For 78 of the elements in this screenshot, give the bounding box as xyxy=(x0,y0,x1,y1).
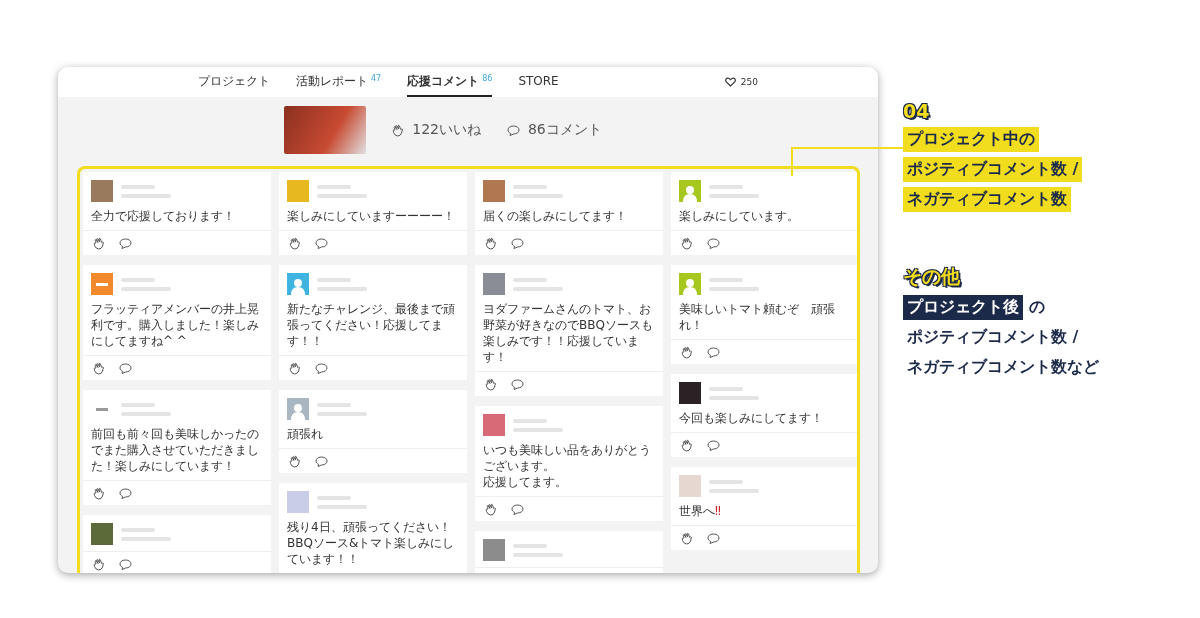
comment-text: 応援してます。 xyxy=(483,474,568,490)
comment-icon xyxy=(511,237,524,249)
comment-text: 前回も前々回も美味しかったのでまた購入させていただきました！楽しみにしています！ xyxy=(91,426,260,474)
comment-text: 全力で応援しております！ xyxy=(91,208,236,224)
blurred-user-info xyxy=(317,495,367,509)
clap-icon xyxy=(485,236,497,250)
nav-tab[interactable]: STORE xyxy=(518,67,559,97)
blurred-user-info xyxy=(317,277,367,291)
like-count: 122いいね xyxy=(412,121,481,139)
clap-icon xyxy=(93,486,105,500)
clap-icon xyxy=(681,438,693,452)
note-text: ネガティブコメント数 xyxy=(903,187,1071,212)
comment-icon xyxy=(315,237,328,249)
comment-icon xyxy=(707,532,720,544)
note-text: プロジェクト中の xyxy=(903,127,1039,152)
blurred-user-info xyxy=(513,184,563,198)
blurred-user-info xyxy=(709,184,759,198)
comment-icon xyxy=(119,237,132,249)
blurred-user-info xyxy=(709,277,759,291)
comment-text: フラッティアメンバーの井上晃利です。購入しました！楽しみにしてますね^ ^ xyxy=(91,301,260,349)
comment-text: ヨダファームさんのトマト、お野菜が好きなのでBBQソースも楽しみです！！応援しています！ xyxy=(483,301,654,365)
comment-text: 美味しいトマト頼むぞ 頑張れ！ xyxy=(679,301,836,333)
clap-icon xyxy=(93,361,105,375)
clap-icon xyxy=(485,377,497,391)
clap-icon xyxy=(681,345,693,359)
clap-icon xyxy=(289,236,301,250)
clap-icon xyxy=(93,236,105,250)
note-text: ポジティブコメント数 / xyxy=(906,326,1080,348)
clap-icon xyxy=(93,557,105,571)
comment-icon xyxy=(506,124,520,136)
comment-text: いつも美味しい品をありがとうございます。 xyxy=(483,442,652,474)
highlight-label: プロジェクト後 xyxy=(903,295,1023,320)
comment-icon xyxy=(707,439,720,451)
nav-tab[interactable]: 活動レポート 47 xyxy=(296,67,382,97)
blurred-user-info xyxy=(121,402,171,416)
blurred-user-info xyxy=(709,479,759,493)
comment-icon xyxy=(511,378,524,390)
comment-text: 楽しみにしていますーーーー！ xyxy=(287,208,456,224)
comment-icon xyxy=(707,237,720,249)
comment-text: 新たなチャレンジ、最後まで頑張ってください！応援してます！！ xyxy=(287,301,456,349)
section-heading: その他 xyxy=(903,264,960,289)
comment-icon xyxy=(119,558,132,570)
blurred-user-info xyxy=(121,527,171,541)
clap-icon xyxy=(485,502,497,516)
comment-text: 世界へ‼ xyxy=(679,503,722,519)
blurred-user-info xyxy=(709,386,759,400)
clap-icon xyxy=(681,236,693,250)
comment-icon xyxy=(707,346,720,358)
nav-tab[interactable]: プロジェクト xyxy=(198,67,270,97)
note-text: ネガティブコメント数など xyxy=(906,356,1100,378)
clap-icon xyxy=(681,531,693,545)
clap-icon xyxy=(392,123,405,137)
blurred-user-info xyxy=(513,277,563,291)
blurred-user-info xyxy=(121,184,171,198)
comment-count: 86コメント xyxy=(527,121,602,139)
blurred-user-info xyxy=(121,277,171,291)
comment-icon xyxy=(315,362,328,374)
blurred-user-info xyxy=(513,543,563,557)
note-text: ポジティブコメント数 / xyxy=(903,157,1083,182)
blurred-user-info xyxy=(317,402,367,416)
comment-icon xyxy=(315,455,328,467)
like-count: 250 xyxy=(740,77,758,87)
blurred-user-info xyxy=(513,418,563,432)
comment-text: 今回も楽しみにしてます！ xyxy=(679,410,824,426)
nav-tab[interactable]: 応援コメント 86 xyxy=(407,67,493,97)
comment-text: 楽しみにしています。 xyxy=(679,208,800,224)
clap-icon xyxy=(289,361,301,375)
blurred-user-info xyxy=(317,184,367,198)
comment-text: 届くの楽しみにしてます！ xyxy=(483,208,628,224)
note-text: の xyxy=(1029,297,1045,318)
comment-text: 残り4日、頑張ってください！BBQソース&トマト楽しみにしています！！ xyxy=(287,519,456,567)
comment-text: 頑張れ xyxy=(287,426,324,442)
comment-icon xyxy=(511,503,524,515)
clap-icon xyxy=(289,454,301,468)
section-heading: 04 xyxy=(903,100,930,122)
comment-icon xyxy=(119,362,132,374)
comment-icon xyxy=(119,487,132,499)
heart-icon xyxy=(724,77,736,87)
